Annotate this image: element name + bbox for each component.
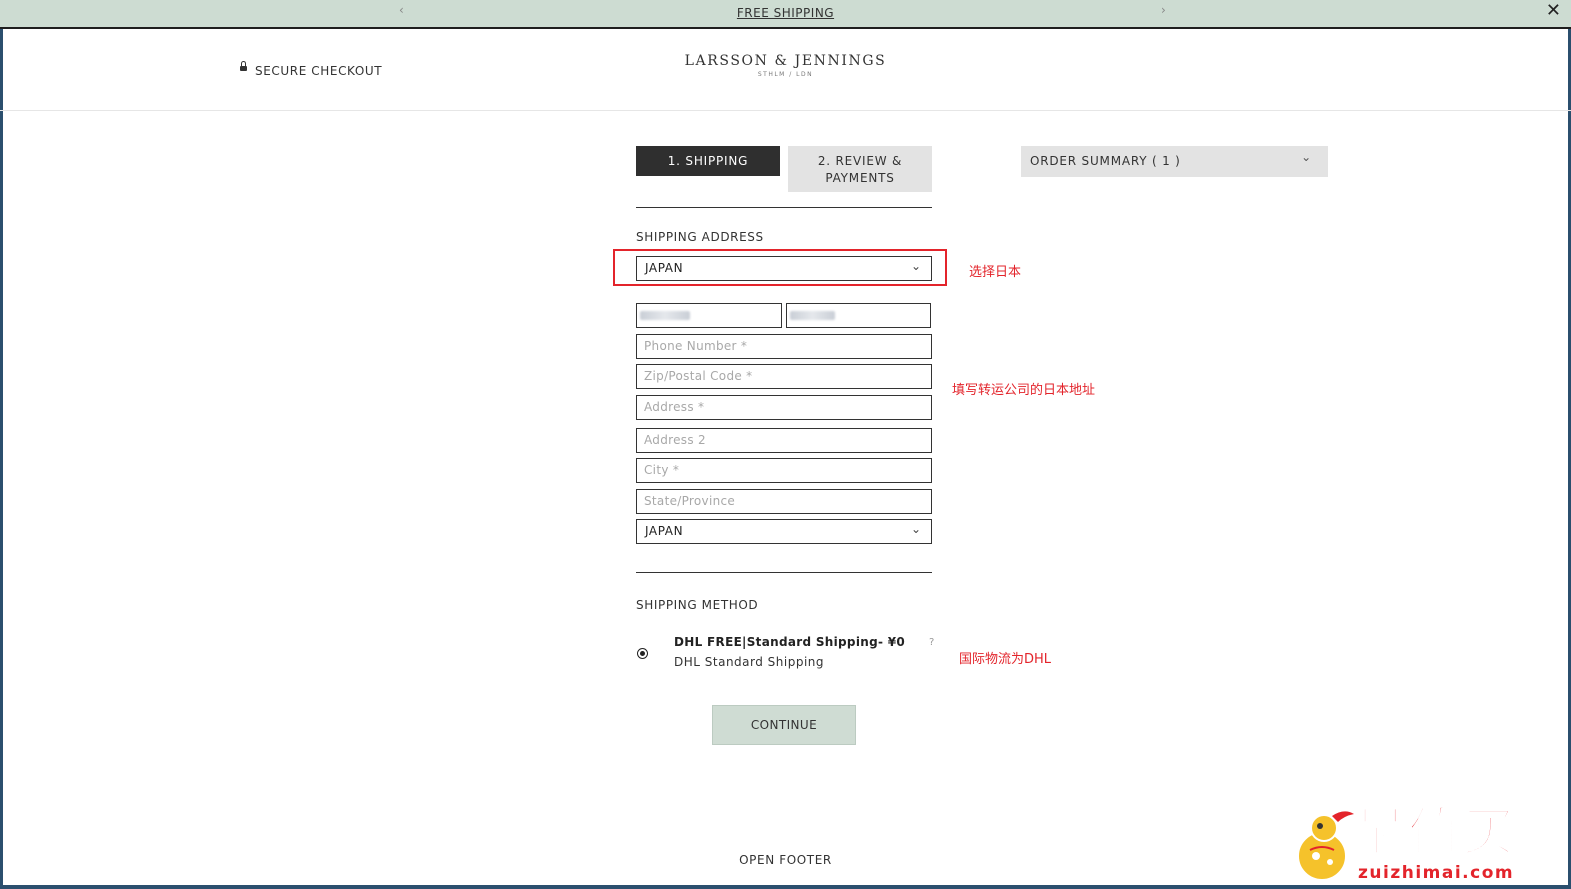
order-summary-label: ORDER SUMMARY ( 1 ) [1030, 154, 1181, 168]
last-name-input[interactable] [786, 303, 931, 328]
city-placeholder: City * [644, 463, 680, 477]
zip-placeholder: Zip/Postal Code * [644, 369, 753, 383]
watermark-text: 最值买 [1353, 802, 1517, 864]
shipping-address-heading: SHIPPING ADDRESS [636, 230, 764, 244]
brand-logo-sub: STHLM / LDN [757, 71, 814, 78]
promo-bar: ‹ FREE SHIPPING › ✕ [0, 0, 1571, 29]
checkout-header: SECURE CHECKOUT LARSSON & JENNINGS STHLM… [0, 29, 1571, 111]
annotation-select-japan: 选择日本 [969, 265, 1022, 280]
gourd-mascot-icon [1297, 811, 1354, 881]
redacted-value [790, 311, 835, 320]
annotation-highlight-box [613, 249, 947, 286]
city-input[interactable]: City * [636, 458, 932, 483]
step2-label-line1: 2. REVIEW & [817, 154, 903, 168]
watermark-domain: zuizhimai.com [1358, 863, 1515, 883]
shipping-method-title: DHL FREE|Standard Shipping- ¥0 [674, 635, 906, 649]
state-province-input[interactable]: State/Province [636, 489, 932, 514]
order-summary-toggle[interactable]: ORDER SUMMARY ( 1 ) ⌄ [1021, 146, 1328, 177]
free-shipping-link[interactable]: FREE SHIPPING [0, 6, 1571, 20]
window-frame-bottom [0, 885, 1571, 889]
phone-number-placeholder: Phone Number * [644, 339, 748, 353]
first-name-input[interactable] [636, 303, 782, 328]
address2-input[interactable]: Address 2 [636, 428, 932, 453]
close-icon[interactable]: ✕ [1546, 0, 1561, 21]
country-select-bottom[interactable]: JAPAN ⌄ [636, 519, 932, 544]
annotation-fill-address: 填写转运公司的日本地址 [952, 383, 1096, 398]
watermark: 最值买 zuizhimai.com [1282, 802, 1566, 885]
step-review-payments-tab[interactable]: 2. REVIEW & PAYMENTS [788, 146, 932, 192]
window-frame-left [0, 0, 3, 889]
step-shipping-tab[interactable]: 1. SHIPPING [636, 146, 780, 176]
continue-button[interactable]: CONTINUE [712, 705, 856, 745]
phone-number-input[interactable]: Phone Number * [636, 334, 932, 359]
chevron-down-icon: ⌄ [910, 522, 921, 536]
brand-logo-name: LARSSON & JENNINGS [684, 53, 887, 69]
address2-placeholder: Address 2 [644, 433, 706, 447]
address-input[interactable]: Address * [636, 395, 932, 420]
redacted-value [640, 311, 690, 320]
promo-next-chevron-icon[interactable]: › [1161, 3, 1166, 17]
zip-postal-code-input[interactable]: Zip/Postal Code * [636, 364, 932, 389]
country-select-bottom-value: JAPAN [645, 524, 684, 538]
shipping-method-subtitle: DHL Standard Shipping [674, 655, 825, 669]
step2-label-line2: PAYMENTS [825, 171, 895, 185]
shipping-method-heading: SHIPPING METHOD [636, 598, 759, 612]
address-placeholder: Address * [644, 400, 705, 414]
state-placeholder: State/Province [644, 494, 736, 508]
divider [636, 207, 932, 208]
shipping-method-radio[interactable] [637, 648, 648, 659]
divider [636, 572, 932, 573]
chevron-down-icon: ⌄ [1301, 150, 1312, 164]
annotation-dhl: 国际物流为DHL [959, 652, 1052, 667]
help-icon[interactable]: ? [929, 637, 934, 648]
brand-logo[interactable]: LARSSON & JENNINGS STHLM / LDN [0, 53, 1571, 78]
